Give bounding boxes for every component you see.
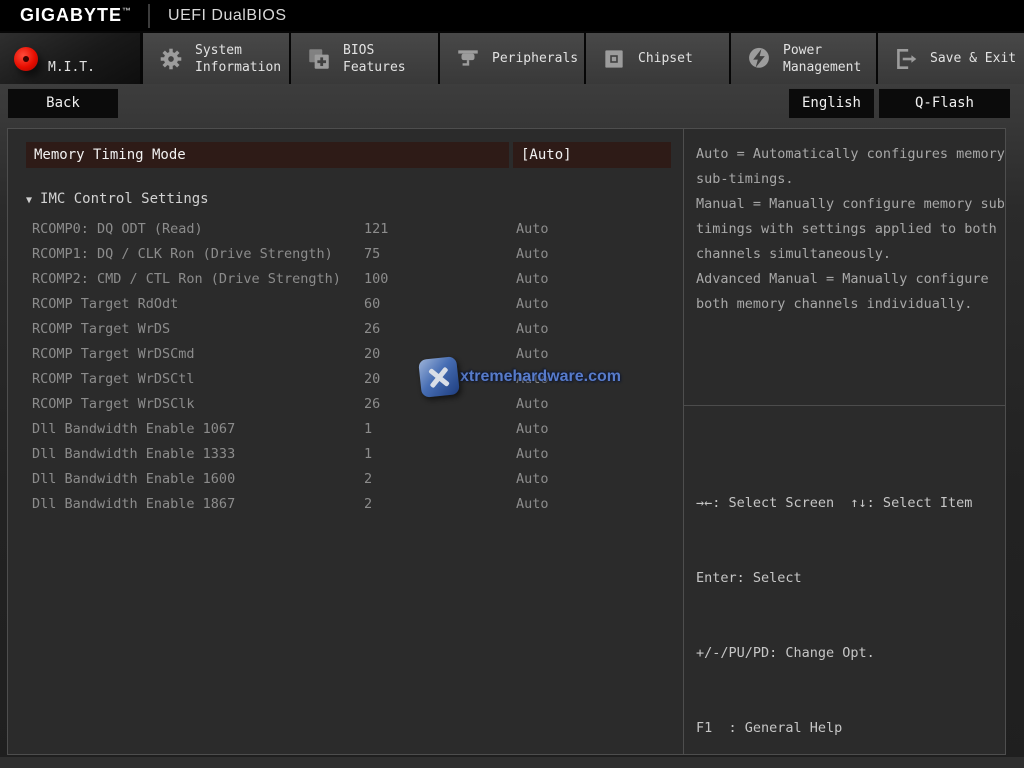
exit-icon — [892, 45, 920, 73]
setting-row[interactable]: Dll Bandwidth Enable 10671Auto — [8, 417, 682, 442]
tab-bios-features[interactable]: BIOS Features — [291, 33, 438, 84]
selected-option-value[interactable]: [Auto] — [513, 142, 671, 168]
language-button[interactable]: English — [789, 88, 874, 118]
setting-row[interactable]: RCOMP1: DQ / CLK Ron (Drive Strength)75A… — [8, 242, 682, 267]
bios-title: UEFI DualBIOS — [168, 7, 287, 25]
panel-divider — [684, 405, 1005, 406]
divider — [148, 4, 150, 28]
lightning-icon — [745, 45, 773, 73]
section-header-imc[interactable]: ▼IMC Control Settings — [26, 191, 209, 207]
gigabyte-logo: GIGABYTE™ — [20, 5, 132, 26]
tab-mit[interactable]: M.I.T. — [0, 33, 140, 84]
setting-row[interactable]: RCOMP Target WrDSCmd20Auto — [8, 342, 682, 367]
setting-row[interactable]: RCOMP2: CMD / CTL Ron (Drive Strength)10… — [8, 267, 682, 292]
tab-power-management[interactable]: Power Management — [731, 33, 876, 84]
trademark-symbol: ™ — [122, 6, 132, 16]
qflash-button[interactable]: Q-Flash — [879, 88, 1010, 118]
bios-screen: GIGABYTE™ UEFI DualBIOS M.I.T. — [0, 0, 1024, 768]
red-dot-icon — [14, 47, 38, 71]
help-text: Auto = Automatically configures memory s… — [684, 129, 1005, 317]
tab-bar: M.I.T. System Information — [0, 31, 1024, 84]
setting-row[interactable]: Dll Bandwidth Enable 16002Auto — [8, 467, 682, 492]
setting-row[interactable]: RCOMP Target RdOdt60Auto — [8, 292, 682, 317]
bottom-strip — [0, 757, 1024, 768]
chip-plus-icon — [305, 45, 333, 73]
cpu-icon — [600, 45, 628, 73]
triangle-down-icon: ▼ — [26, 195, 32, 206]
setting-row[interactable]: Dll Bandwidth Enable 13331Auto — [8, 442, 682, 467]
keyboard-shortcuts: →←: Select Screen ↑↓: Select Item Enter:… — [684, 441, 1005, 768]
setting-row[interactable]: RCOMP Target WrDS26Auto — [8, 317, 682, 342]
tab-peripherals[interactable]: Peripherals — [440, 33, 584, 84]
setting-row[interactable]: RCOMP Target WrDSClk26Auto — [8, 392, 682, 417]
selected-option-label[interactable]: Memory Timing Mode — [26, 142, 509, 168]
settings-list: RCOMP0: DQ ODT (Read)121Auto RCOMP1: DQ … — [8, 217, 682, 517]
mouse-icon — [454, 45, 482, 73]
gear-icon — [157, 45, 185, 73]
setting-row[interactable]: RCOMP Target WrDSCtl20Auto — [8, 367, 682, 392]
settings-panel: Memory Timing Mode [Auto] ▼IMC Control S… — [7, 128, 683, 755]
help-panel: Auto = Automatically configures memory s… — [683, 128, 1006, 755]
tab-save-exit[interactable]: Save & Exit — [878, 33, 1024, 84]
top-bar: GIGABYTE™ UEFI DualBIOS — [0, 0, 1024, 31]
tab-chipset[interactable]: Chipset — [586, 33, 729, 84]
setting-row[interactable]: Dll Bandwidth Enable 18672Auto — [8, 492, 682, 517]
tab-system-information[interactable]: System Information — [143, 33, 289, 84]
content-area: Back English Q-Flash Memory Timing Mode … — [0, 84, 1024, 768]
setting-row[interactable]: RCOMP0: DQ ODT (Read)121Auto — [8, 217, 682, 242]
back-button[interactable]: Back — [8, 88, 118, 118]
